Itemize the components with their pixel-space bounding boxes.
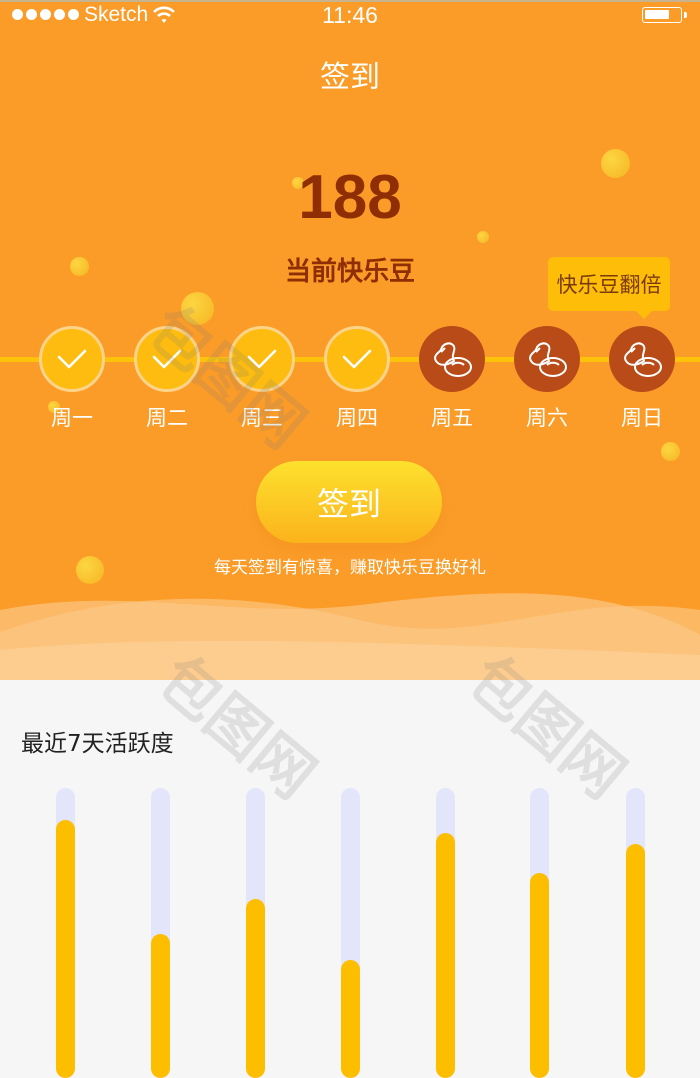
day-item[interactable]: 周二 [134, 326, 200, 432]
day-item[interactable]: 周日 [609, 326, 675, 432]
activity-bar [246, 899, 265, 1078]
activity-bar-track [151, 788, 170, 1078]
bean-icon [434, 342, 472, 377]
day-label: 周日 [621, 406, 663, 430]
activity-bar-track [246, 788, 265, 1078]
check-icon [57, 349, 87, 369]
signin-hint: 每天签到有惊喜，赚取快乐豆换好礼 [214, 558, 486, 578]
activity-bar-track [436, 788, 455, 1078]
bean-icon [529, 342, 567, 377]
signin-button[interactable]: 签到 [256, 461, 442, 543]
activity-bar [341, 960, 360, 1078]
activity-bar [626, 843, 645, 1078]
activity-title: 最近7天活跃度 [21, 731, 174, 757]
day-checked-badge [39, 326, 105, 392]
check-icon [247, 349, 277, 369]
day-item[interactable]: 周三 [229, 326, 295, 432]
status-time: 11:46 [322, 2, 378, 28]
day-label: 周二 [146, 406, 188, 430]
day-label: 周四 [336, 406, 378, 430]
decor-waves [0, 593, 700, 680]
activity-bar-track [56, 788, 75, 1078]
day-item[interactable]: 周五 [419, 326, 485, 432]
signin-hero: Sketch 11:46 签到 188 当前快乐豆 快乐豆翻倍 周一 周二 周三 周四… [0, 0, 700, 680]
day-label: 周五 [431, 406, 473, 430]
double-bonus-tooltip: 快乐豆翻倍 [548, 257, 670, 319]
check-icon [152, 349, 182, 369]
decor-bubble [181, 292, 214, 325]
activity-bar [151, 933, 170, 1078]
points-value: 188 [298, 163, 402, 232]
day-item[interactable]: 周六 [514, 326, 580, 432]
battery-icon [642, 7, 682, 23]
day-checked-badge [324, 326, 390, 392]
check-icon [342, 349, 372, 369]
day-bean-badge [419, 326, 485, 392]
day-checked-badge [134, 326, 200, 392]
day-label: 周三 [241, 406, 283, 430]
status-bar: Sketch 11:46 [0, 0, 700, 32]
day-checked-badge [229, 326, 295, 392]
day-item[interactable]: 周一 [39, 326, 105, 432]
activity-bar-track [341, 788, 360, 1078]
day-item[interactable]: 周四 [324, 326, 390, 432]
day-label: 周一 [51, 406, 93, 430]
activity-bar [530, 872, 549, 1078]
battery-tip [684, 12, 687, 18]
activity-bar [436, 833, 455, 1078]
activity-bar-track [530, 788, 549, 1078]
activity-bar-track [626, 788, 645, 1078]
activity-bar [56, 819, 75, 1078]
page-title: 签到 [320, 60, 380, 95]
day-label: 周六 [526, 406, 568, 430]
decor-bubble [661, 442, 680, 461]
day-bean-badge [609, 326, 675, 392]
bean-icon [624, 342, 662, 377]
day-bean-badge [514, 326, 580, 392]
